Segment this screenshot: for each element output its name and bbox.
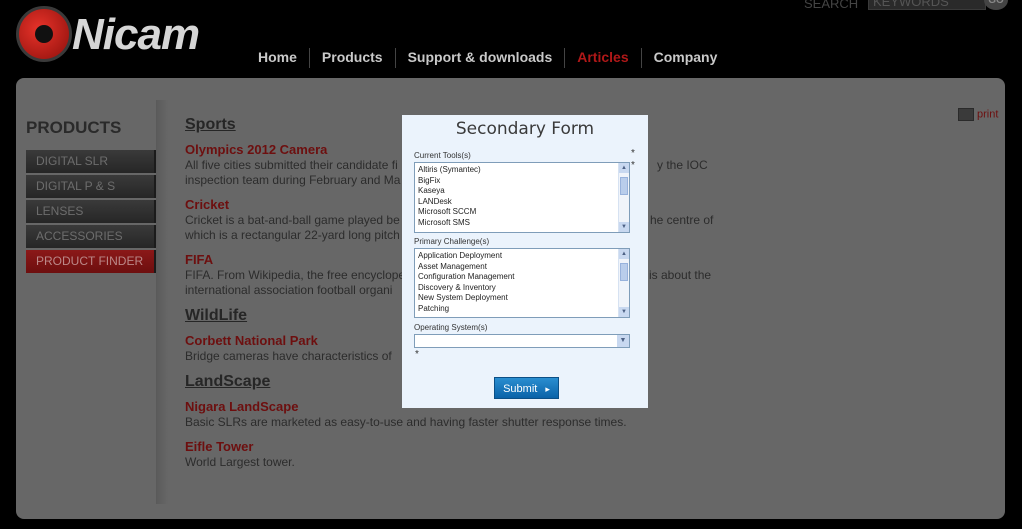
products-heading: PRODUCTS	[26, 118, 122, 137]
current-tools-listbox[interactable]: Altiris (Symantec) BigFix Kaseya LANDesk…	[414, 162, 630, 233]
search-input[interactable]: KEYWORDS	[868, 0, 986, 10]
article-text-olympics-line1b: y the IOC	[657, 158, 708, 172]
sidebar-divider	[156, 100, 168, 504]
list-item[interactable]: Configuration Management	[415, 272, 629, 283]
scroll-down-icon[interactable]: ▼	[619, 307, 629, 317]
search-go-button[interactable]: GO	[984, 0, 1008, 10]
scroll-thumb[interactable]	[620, 177, 628, 195]
operating-system-label: Operating System(s)	[414, 323, 488, 332]
category-accessories[interactable]: ACCESSORIES	[26, 225, 156, 248]
scroll-thumb[interactable]	[620, 263, 628, 281]
logo-aperture-icon	[16, 6, 72, 62]
scroll-up-icon[interactable]: ▲	[619, 249, 629, 259]
scroll-down-icon[interactable]: ▼	[619, 222, 629, 232]
category-digital-slr[interactable]: DIGITAL SLR	[26, 150, 156, 173]
nav-home[interactable]: Home	[258, 48, 309, 68]
article-text-cricket-line1b: he centre of	[650, 213, 714, 227]
current-tools-scrollbar[interactable]: ▲ ▼	[618, 163, 629, 232]
category-lenses[interactable]: LENSES	[26, 200, 156, 223]
list-item[interactable]: Altiris (Symantec)	[415, 165, 629, 176]
print-label: print	[977, 108, 999, 121]
primary-challenge-listbox[interactable]: Application Deployment Asset Management …	[414, 248, 630, 318]
search-label: SEARCH	[804, 0, 859, 11]
chevron-down-icon[interactable]: ▼	[617, 335, 629, 347]
list-item[interactable]: BigFix	[415, 176, 629, 187]
list-item[interactable]: LANDesk	[415, 197, 629, 208]
arrow-right-icon: ▸	[545, 384, 550, 394]
list-item[interactable]: New System Deployment	[415, 293, 629, 304]
category-digital-ps[interactable]: DIGITAL P & S	[26, 175, 156, 198]
nav-company[interactable]: Company	[640, 48, 730, 68]
product-category-list: DIGITAL SLR DIGITAL P & S LENSES ACCESSO…	[26, 150, 156, 275]
operating-system-required-mark: *	[415, 349, 419, 360]
list-item[interactable]: Microsoft SCCM	[415, 207, 629, 218]
primary-challenge-label: Primary Challenge(s)	[414, 237, 490, 246]
article-text-eifle: World Largest tower.	[185, 455, 295, 469]
nav-support-downloads[interactable]: Support & downloads	[394, 48, 565, 68]
current-tools-required-mark-2: *	[631, 160, 635, 171]
nav-products[interactable]: Products	[308, 48, 395, 68]
submit-label: Submit	[503, 383, 538, 395]
category-product-finder[interactable]: PRODUCT FINDER	[26, 250, 156, 273]
operating-system-select[interactable]: ▼	[414, 334, 630, 348]
list-item[interactable]: Microsoft SMS	[415, 218, 629, 229]
site-header: Nicam SEARCH KEYWORDS GO Home Products S…	[0, 0, 1022, 78]
nav-articles[interactable]: Articles	[564, 48, 640, 68]
nicam-logo[interactable]: Nicam	[16, 6, 216, 66]
article-title-eifle[interactable]: Eifle Tower	[185, 439, 745, 455]
scroll-up-icon[interactable]: ▲	[619, 163, 629, 173]
current-tools-label: Current Tools(s)	[414, 151, 471, 160]
submit-button[interactable]: Submit ▸	[494, 377, 559, 399]
modal-title: Secondary Form	[455, 119, 595, 139]
list-item[interactable]: Application Deployment	[415, 251, 629, 262]
article-text-fifa-line1: FIFA. From Wikipedia, the free encyclope	[185, 268, 406, 282]
main-nav: Home Products Support & downloads Articl…	[258, 48, 729, 68]
list-item[interactable]: Discovery & Inventory	[415, 283, 629, 294]
secondary-form-modal: Secondary Form Current Tools(s) * * Alti…	[402, 115, 648, 408]
article-text-nigara: Basic SLRs are marketed as easy-to-use a…	[185, 415, 627, 429]
printer-icon	[958, 108, 974, 121]
list-item[interactable]: Asset Management	[415, 262, 629, 273]
article-text-cricket-line1: Cricket is a bat-and-ball game played be	[185, 213, 400, 227]
primary-challenge-scrollbar[interactable]: ▲ ▼	[618, 249, 629, 317]
article-text-fifa-line1b: is about the	[649, 268, 712, 282]
list-item[interactable]: Kaseya	[415, 186, 629, 197]
article-text-olympics-line1: All five cities submitted their candidat…	[185, 158, 398, 172]
current-tools-required-mark: *	[631, 148, 635, 159]
list-item[interactable]: Patching	[415, 304, 629, 315]
print-link[interactable]: print	[958, 108, 998, 121]
logo-text: Nicam	[72, 10, 200, 59]
